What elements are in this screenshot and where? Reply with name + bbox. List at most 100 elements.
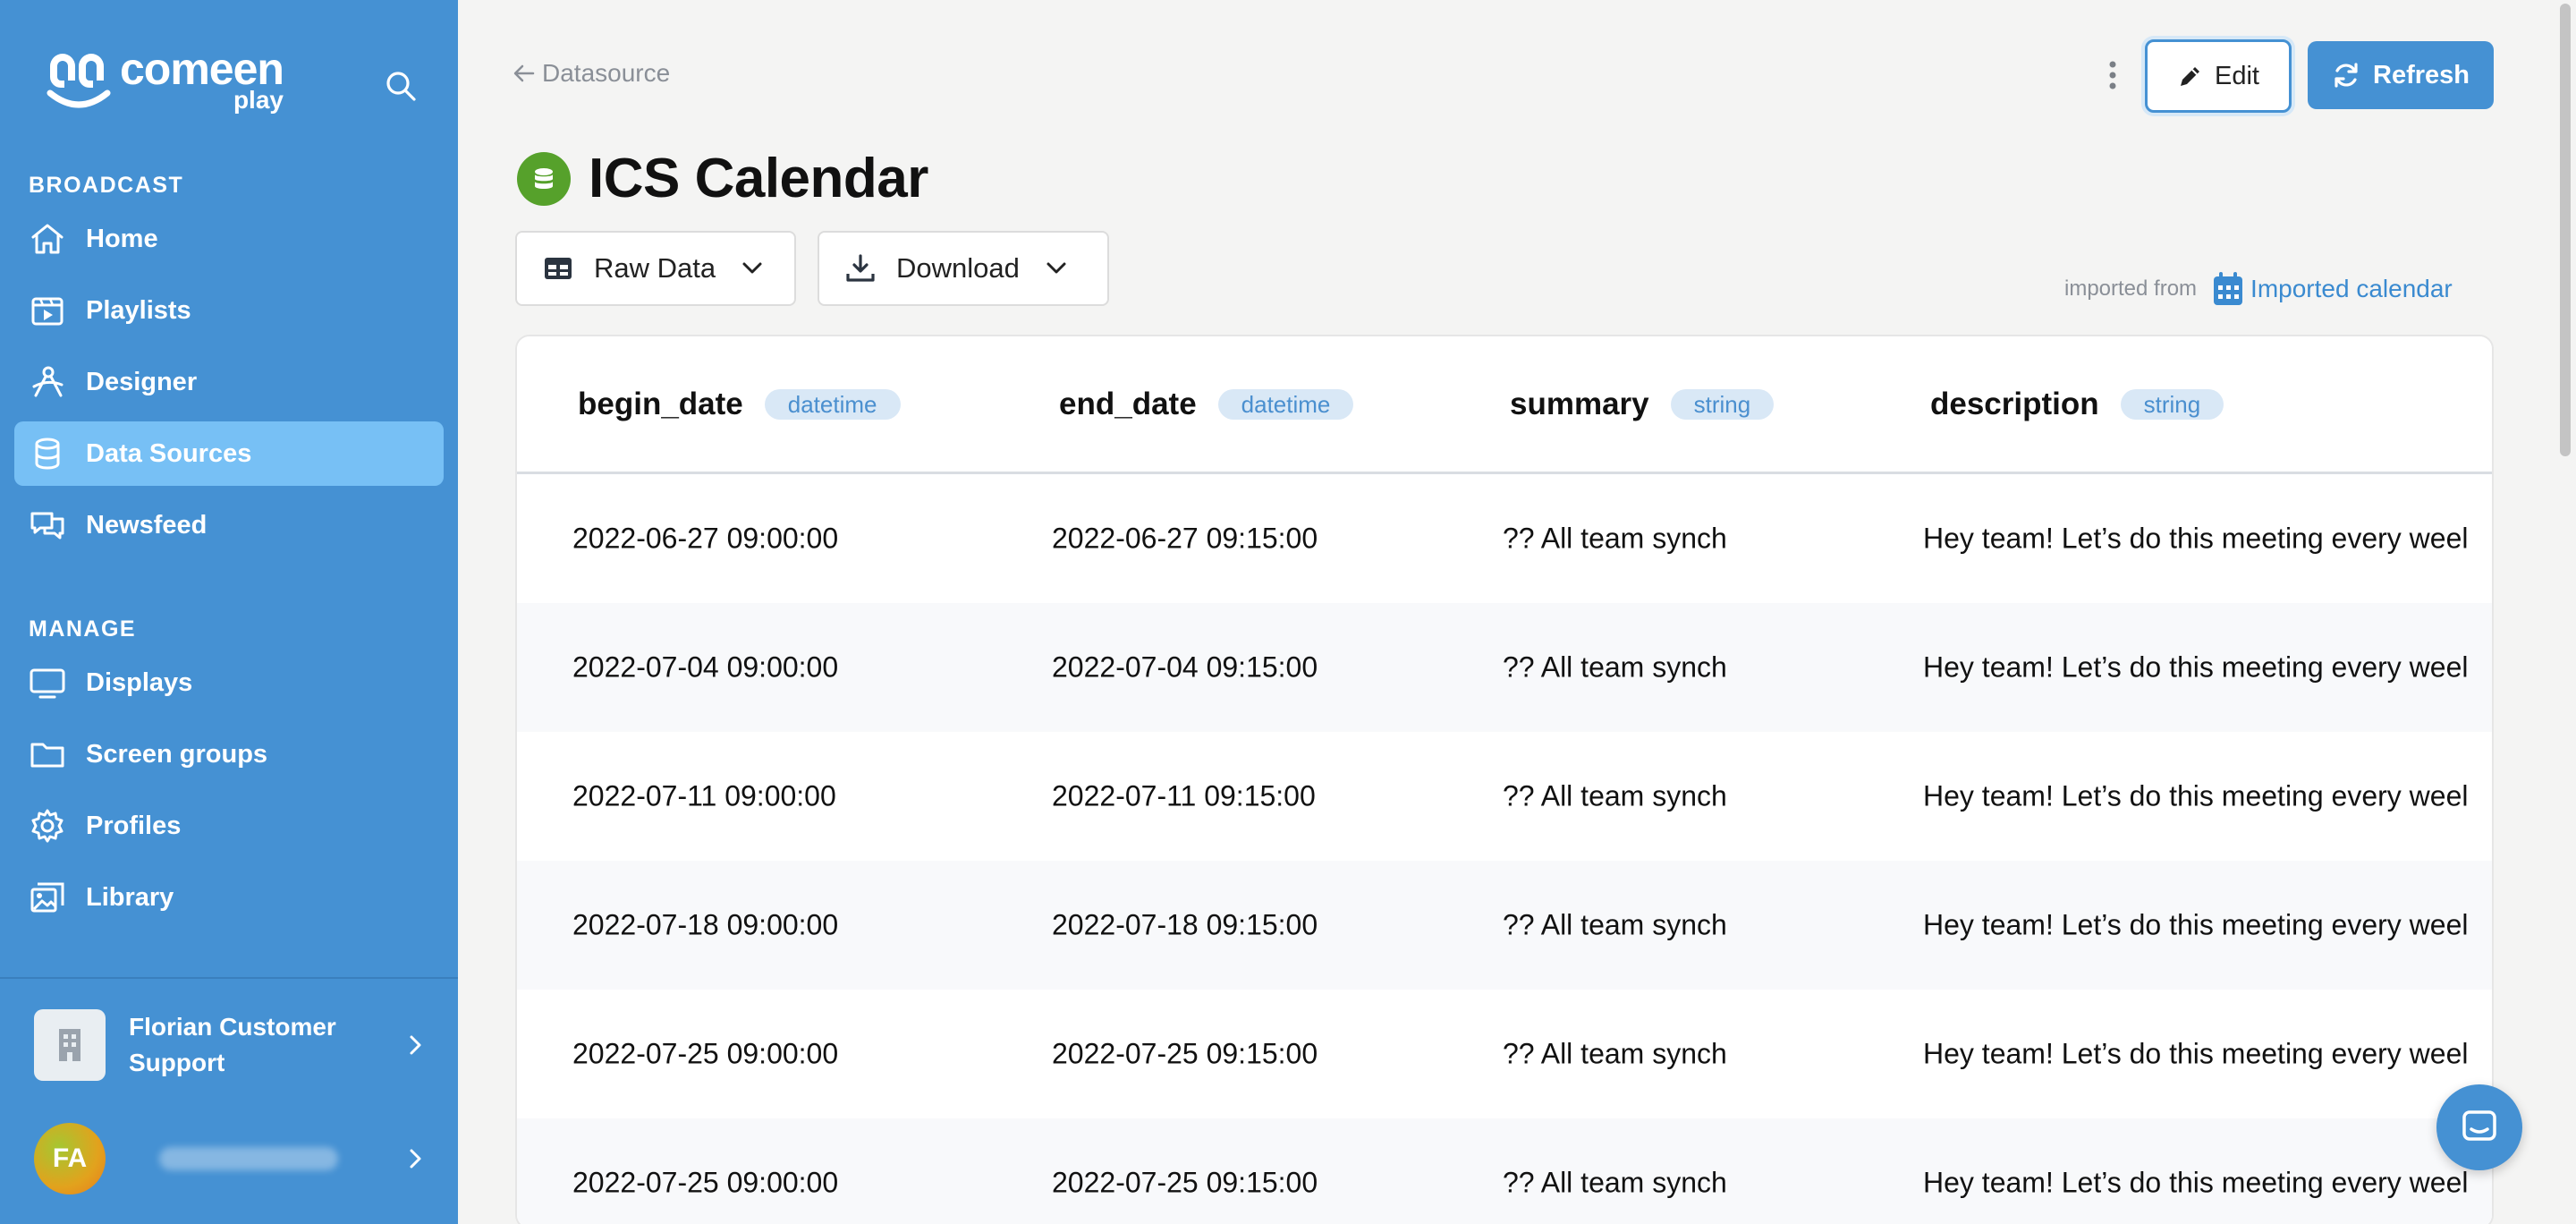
cell-begin-date: 2022-07-11 09:00:00 bbox=[572, 779, 836, 812]
sidebar-item-data-sources[interactable]: Data Sources bbox=[14, 421, 444, 486]
cell-summary: ?? All team synch bbox=[1503, 1166, 1727, 1199]
cell-end-date: 2022-07-25 09:15:00 bbox=[1052, 1037, 1318, 1070]
table-icon bbox=[545, 258, 572, 279]
chevron-down-icon bbox=[742, 262, 762, 274]
database-icon bbox=[35, 438, 60, 470]
chat-icon bbox=[2462, 1110, 2496, 1141]
column-header[interactable]: end_date datetime bbox=[1059, 387, 1354, 422]
organization-switcher[interactable]: Florian Customer Support bbox=[34, 1007, 428, 1083]
refresh-button-label: Refresh bbox=[2373, 60, 2470, 89]
cell-begin-date: 2022-07-18 09:00:00 bbox=[572, 908, 839, 941]
cell-end-date: 2022-07-25 09:15:00 bbox=[1052, 1166, 1318, 1199]
library-icon bbox=[30, 882, 64, 913]
cell-begin-date: 2022-06-27 09:00:00 bbox=[572, 522, 839, 555]
data-table: begin_date datetime end_date datetime su… bbox=[515, 335, 2494, 1224]
imported-source-link[interactable]: Imported calendar bbox=[2211, 270, 2453, 308]
back-link[interactable]: Datasource bbox=[512, 59, 670, 88]
sidebar-item-label: Displays bbox=[86, 667, 193, 697]
table-row: 2022-07-18 09:00:00 2022-07-18 09:15:00 … bbox=[517, 861, 2492, 990]
user-menu[interactable]: FA bbox=[34, 1121, 428, 1196]
comeen-logo[interactable]: comeen play bbox=[45, 47, 284, 113]
chevron-right-icon bbox=[410, 1149, 421, 1169]
more-options-icon[interactable] bbox=[2098, 57, 2127, 93]
search-icon[interactable] bbox=[383, 68, 419, 104]
page-title: ICS Calendar bbox=[589, 148, 928, 209]
column-header[interactable]: summary string bbox=[1510, 387, 1775, 422]
user-name-redacted bbox=[159, 1147, 338, 1170]
table-header: begin_date datetime end_date datetime su… bbox=[517, 336, 2492, 474]
newsfeed-icon bbox=[30, 512, 64, 540]
column-name: end_date bbox=[1059, 387, 1197, 421]
page-scrollbar[interactable] bbox=[2555, 0, 2576, 1224]
refresh-button[interactable]: Refresh bbox=[2308, 41, 2494, 109]
table-row: 2022-07-04 09:00:00 2022-07-04 09:15:00 … bbox=[517, 603, 2492, 732]
sidebar-item-screen-groups[interactable]: Screen groups bbox=[14, 722, 444, 786]
designer-icon bbox=[32, 366, 64, 397]
cell-end-date: 2022-07-11 09:15:00 bbox=[1052, 779, 1316, 812]
arrow-left-icon bbox=[513, 64, 535, 82]
cell-description: Hey team! Let’s do this meeting every we… bbox=[1923, 1037, 2469, 1070]
column-type-badge: datetime bbox=[1217, 389, 1354, 420]
cell-begin-date: 2022-07-25 09:00:00 bbox=[572, 1166, 839, 1199]
sidebar-item-label: Library bbox=[86, 882, 174, 912]
sidebar-item-home[interactable]: Home bbox=[14, 207, 444, 271]
pencil-icon bbox=[2181, 67, 2199, 86]
chat-launcher-button[interactable] bbox=[2436, 1084, 2522, 1170]
sidebar-item-label: Newsfeed bbox=[86, 510, 208, 540]
cell-summary: ?? All team synch bbox=[1503, 522, 1727, 555]
imported-source-name: Imported calendar bbox=[2250, 275, 2453, 302]
calendar-icon bbox=[2214, 272, 2243, 305]
view-mode-dropdown[interactable]: Raw Data bbox=[515, 231, 796, 306]
chevron-right-icon bbox=[410, 1035, 421, 1055]
column-header[interactable]: begin_date datetime bbox=[578, 387, 901, 422]
column-name: summary bbox=[1510, 387, 1649, 421]
edit-button[interactable]: Edit bbox=[2145, 39, 2292, 113]
cell-end-date: 2022-07-18 09:15:00 bbox=[1052, 908, 1318, 941]
download-dropdown[interactable]: Download bbox=[818, 231, 1109, 306]
folder-icon bbox=[30, 743, 64, 768]
sidebar-item-profiles[interactable]: Profiles bbox=[14, 794, 444, 858]
edit-button-label: Edit bbox=[2215, 61, 2259, 90]
cell-description: Hey team! Let’s do this meeting every we… bbox=[1923, 908, 2469, 941]
cell-summary: ?? All team synch bbox=[1503, 650, 1727, 684]
scrollbar-thumb[interactable] bbox=[2560, 4, 2571, 456]
cell-summary: ?? All team synch bbox=[1503, 908, 1727, 941]
cell-end-date: 2022-06-27 09:15:00 bbox=[1052, 522, 1318, 555]
logo-name: comeen bbox=[120, 44, 284, 94]
imported-from: imported from Imported calendar bbox=[2064, 270, 2453, 308]
building-icon bbox=[34, 1009, 106, 1081]
table-row: 2022-06-27 09:00:00 2022-06-27 09:15:00 … bbox=[517, 474, 2492, 603]
playlist-icon bbox=[31, 297, 64, 326]
sidebar-item-playlists[interactable]: Playlists bbox=[14, 278, 444, 343]
database-icon bbox=[535, 167, 553, 189]
cell-description: Hey team! Let’s do this meeting every we… bbox=[1923, 779, 2469, 812]
sidebar-item-label: Screen groups bbox=[86, 739, 268, 769]
column-type-badge: string bbox=[1670, 389, 1775, 420]
sidebar-item-label: Home bbox=[86, 224, 158, 253]
gear-icon bbox=[31, 809, 64, 843]
sidebar-item-designer[interactable]: Designer bbox=[14, 350, 444, 414]
sidebar-item-displays[interactable]: Displays bbox=[14, 650, 444, 715]
home-icon bbox=[31, 224, 64, 254]
column-type-badge: datetime bbox=[764, 389, 901, 420]
section-title-manage: MANAGE bbox=[29, 616, 137, 642]
sidebar-item-label: Designer bbox=[86, 367, 198, 396]
cell-begin-date: 2022-07-25 09:00:00 bbox=[572, 1037, 839, 1070]
column-header[interactable]: description string bbox=[1930, 387, 2224, 422]
organization-name: Florian Customer Support bbox=[129, 1013, 336, 1076]
download-icon bbox=[846, 254, 875, 282]
view-mode-label: Raw Data bbox=[594, 252, 716, 284]
cell-description: Hey team! Let’s do this meeting every we… bbox=[1923, 1166, 2469, 1199]
sidebar-item-label: Data Sources bbox=[86, 438, 252, 468]
sidebar-item-library[interactable]: Library bbox=[14, 865, 444, 930]
display-icon bbox=[30, 668, 65, 699]
sidebar-item-label: Profiles bbox=[86, 811, 182, 840]
imported-from-label: imported from bbox=[2064, 276, 2198, 301]
refresh-icon bbox=[2334, 63, 2358, 88]
sidebar: comeen play BROADCAST Home Playlists Des… bbox=[0, 0, 458, 1224]
column-type-badge: string bbox=[2120, 389, 2224, 420]
cell-end-date: 2022-07-04 09:15:00 bbox=[1052, 650, 1318, 684]
table-row: 2022-07-25 09:00:00 2022-07-25 09:15:00 … bbox=[517, 990, 2492, 1118]
sidebar-item-newsfeed[interactable]: Newsfeed bbox=[14, 493, 444, 557]
cell-summary: ?? All team synch bbox=[1503, 1037, 1727, 1070]
